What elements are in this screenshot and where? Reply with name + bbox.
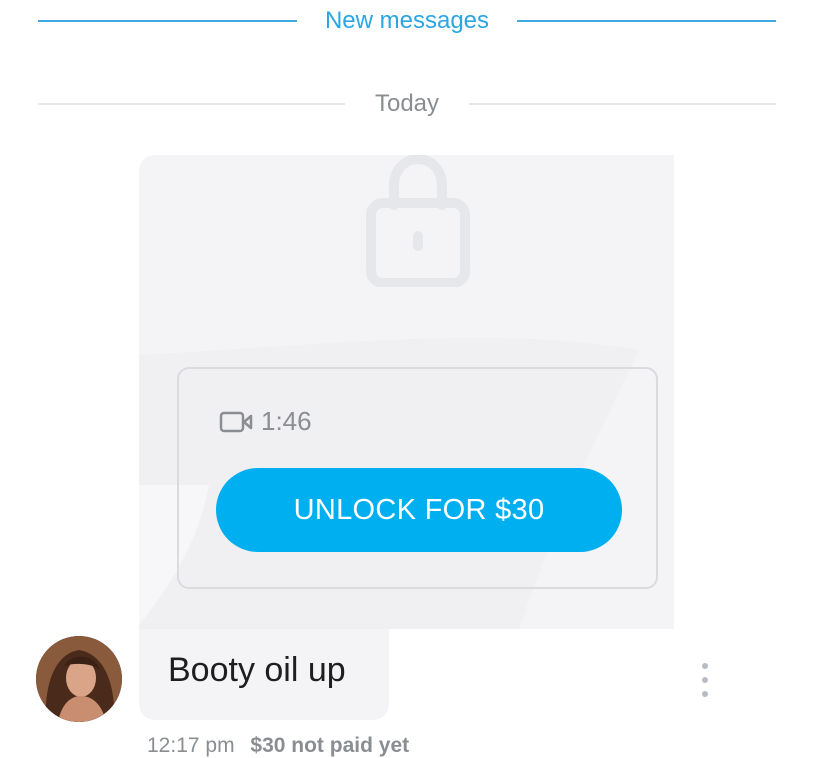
- divider-line-left: [38, 20, 297, 22]
- unlock-panel: 1:46 UNLOCK FOR $30: [177, 367, 658, 589]
- message-time: 12:17 pm: [147, 734, 235, 757]
- avatar[interactable]: [36, 636, 122, 722]
- date-label: Today: [374, 90, 440, 117]
- vertical-dots-icon: [702, 663, 708, 669]
- date-divider: Today: [38, 88, 777, 120]
- new-messages-divider: New messages: [38, 4, 776, 38]
- payment-status: $30 not paid yet: [250, 734, 410, 757]
- divider-line-right: [517, 20, 776, 22]
- video-camera-icon: [219, 411, 253, 432]
- avatar-image: [36, 636, 122, 722]
- vertical-dots-icon: [702, 691, 708, 697]
- message-meta: 12:17 pm $30 not paid yet: [147, 734, 409, 758]
- padlock-icon: [366, 155, 470, 287]
- unlock-button[interactable]: UNLOCK FOR $30: [216, 468, 622, 552]
- video-duration: 1:46: [261, 406, 312, 436]
- divider-line-right: [469, 103, 777, 105]
- new-messages-label: New messages: [324, 7, 490, 34]
- message-bubble[interactable]: Booty oil up: [139, 629, 389, 720]
- divider-line-left: [38, 103, 345, 105]
- message-options-button[interactable]: [694, 663, 716, 697]
- media-info: 1:46: [219, 406, 312, 437]
- vertical-dots-icon: [702, 677, 708, 683]
- message-text: Booty oil up: [168, 651, 346, 689]
